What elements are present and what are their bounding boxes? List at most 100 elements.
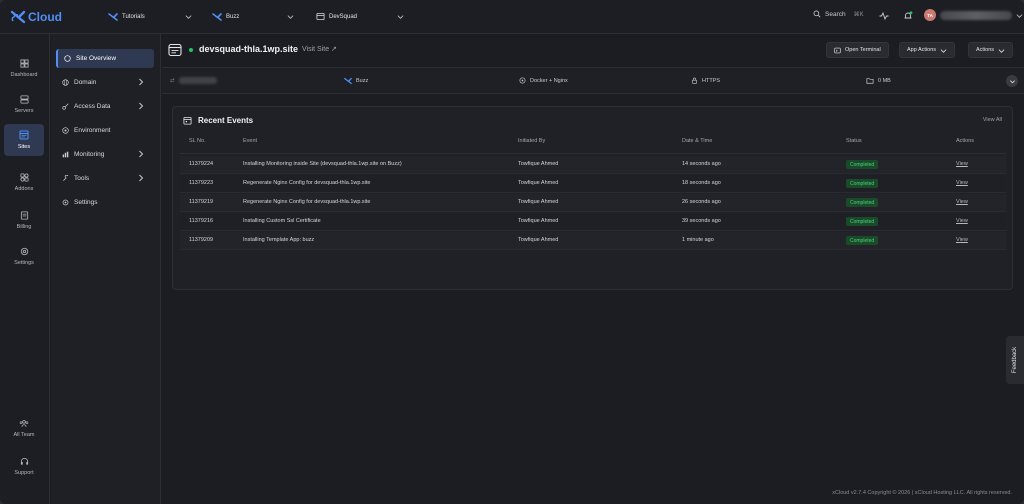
recent-events-card: Recent Events View All SL No. Event Init… [172,106,1013,290]
user-name-redacted [940,10,1012,20]
rail-item-addons[interactable]: Addons [4,166,44,198]
rail-item-billing[interactable]: Billing [4,204,44,236]
actions-label: Actions [976,47,995,53]
subnav-label-settings: Settings [74,199,98,206]
crumb-server[interactable]: Buzz [204,7,300,26]
cell-initiated-by: Towfique Ahmed [518,161,559,167]
chevron-down-icon [1016,13,1023,18]
open-terminal-label: Open Terminal [845,47,881,53]
cell-time: 18 seconds ago [682,180,721,186]
view-event-link[interactable]: View [956,180,968,186]
app-actions-label: App Actions [907,47,937,53]
settings-icon [62,199,69,206]
site-subnav: Site Overview Domain Access Data Environ… [51,34,161,504]
xcloud-icon [108,12,118,22]
info-size-label: 0 MB [878,77,891,84]
subnav-label-access-data: Access Data [74,103,111,110]
subnav-label-domain: Domain [74,79,97,86]
ip-icon: ⇄ [170,77,175,84]
rail-label-billing: Billing [16,223,32,230]
subnav-tools[interactable]: Tools [56,169,154,188]
crumb-team[interactable]: Tutorials [100,7,198,26]
subnav-settings[interactable]: Settings [56,193,154,212]
top-bar: Cloud Tutorials Buzz DevSquad Search ⌘K … [0,0,1024,34]
table-row: 11379216 Installing Custom Ssl Certifica… [180,213,1006,231]
cell-sl: 11379216 [189,218,214,224]
subnav-domain[interactable]: Domain [56,73,154,92]
open-terminal-button[interactable]: Open Terminal [826,42,889,58]
cell-time: 14 seconds ago [682,161,721,167]
billing-icon [20,210,28,220]
info-stack-label: Docker + Nginx [530,77,568,84]
cell-initiated-by: Towfique Ahmed [518,199,559,205]
xcloud-logo[interactable]: Cloud [10,8,62,26]
terminal-icon [834,47,841,53]
chevron-down-icon [287,15,294,19]
notification-bell-icon[interactable] [902,10,914,22]
rail-label-sites: Sites [17,144,31,150]
info-server[interactable]: Buzz [344,77,368,85]
cell-sl: 11379209 [189,237,214,243]
crumb-server-label: Buzz [226,13,240,20]
feedback-tab[interactable]: Feedback [1006,336,1024,384]
search-icon [813,10,821,18]
view-event-link[interactable]: View [956,161,968,167]
chevron-right-icon [139,150,144,158]
site-header: devsquad-thla.1wp.site Visit Site ↗ Open… [162,34,1024,68]
chevron-down-icon [998,48,1005,53]
cell-event: Regenerate Nginx Config for devsquad-thl… [243,180,371,186]
globe-icon [64,55,71,62]
rail-item-servers[interactable]: Servers [4,88,44,120]
recent-events-title-wrap: Recent Events [183,116,253,125]
cell-time: 39 seconds ago [682,218,721,224]
rail-item-all-team[interactable]: All Team [4,412,44,444]
app-actions-button[interactable]: App Actions [899,42,956,58]
rail-item-sites[interactable]: Sites [4,124,44,156]
actions-button[interactable]: Actions [968,42,1014,58]
subnav-label-tools: Tools [74,175,90,182]
rail-item-settings[interactable]: Settings [4,240,44,272]
lock-icon [692,77,697,84]
status-badge: Completed [846,160,879,169]
environment-icon [62,127,69,134]
rail-item-support[interactable]: Support [4,450,44,482]
monitoring-icon [62,151,69,158]
search-button[interactable]: Search ⌘K [813,10,864,18]
avatar: TA [924,9,936,21]
expand-info-button[interactable] [1006,75,1018,87]
xcloud-icon [212,12,222,22]
col-date-time: Date & Time [682,138,713,144]
rail-label-servers: Servers [14,107,34,114]
cell-initiated-by: Towfique Ahmed [518,180,559,186]
main-content: devsquad-thla.1wp.site Visit Site ↗ Open… [162,34,1024,504]
folder-icon [866,78,874,84]
status-badge: Completed [846,217,879,226]
subnav-monitoring[interactable]: Monitoring [56,145,154,164]
chevron-down-icon [940,48,947,53]
status-badge: Completed [846,179,879,188]
subnav-label-monitoring: Monitoring [74,151,105,158]
visit-site-link[interactable]: Visit Site ↗ [302,45,337,53]
col-event: Event [243,138,258,144]
info-size: 0 MB [866,77,891,84]
globe-icon [62,79,69,86]
view-all-link[interactable]: View All [983,117,1002,123]
rail-item-dashboard[interactable]: Dashboard [4,52,44,84]
subnav-site-overview[interactable]: Site Overview [56,49,154,68]
chevron-down-icon [397,15,404,19]
view-event-link[interactable]: View [956,218,968,224]
xcloud-logo-icon [10,10,26,24]
view-event-link[interactable]: View [956,237,968,243]
user-menu[interactable]: TA [924,9,1023,21]
subnav-environment[interactable]: Environment [56,121,154,140]
rail-label-addons: Addons [14,185,34,192]
view-event-link[interactable]: View [956,199,968,205]
key-icon [62,103,69,110]
activity-icon[interactable] [878,10,890,22]
info-stack: Docker + Nginx [519,77,568,84]
subnav-access-data[interactable]: Access Data [56,97,154,116]
ip-address-redacted [178,77,217,84]
crumb-site[interactable]: DevSquad [307,7,410,26]
cell-event: Installing Template App: buzz [243,237,315,243]
app-window: Cloud Tutorials Buzz DevSquad Search ⌘K … [0,0,1024,504]
